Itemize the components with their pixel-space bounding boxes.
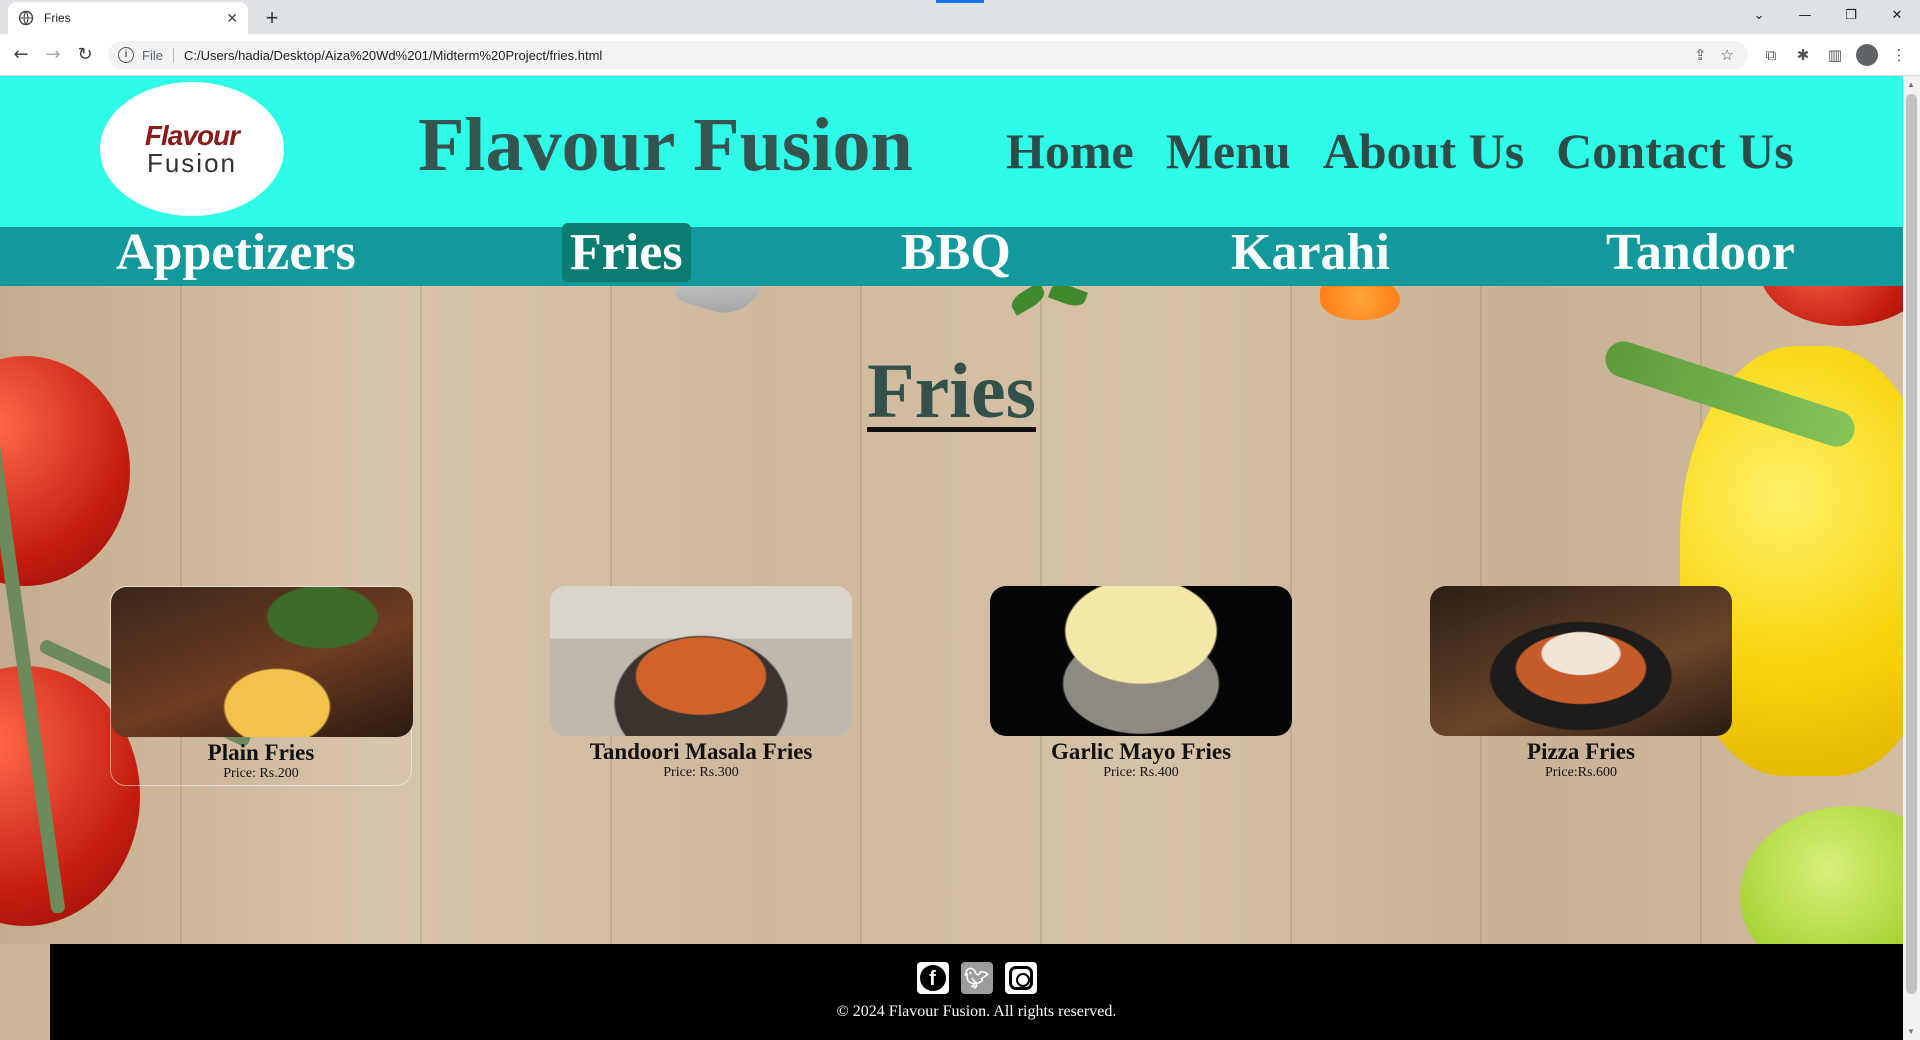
nav-home[interactable]: Home	[1006, 122, 1134, 180]
menu-item-name: Plain Fries	[207, 740, 315, 765]
facebook-icon[interactable]: f	[916, 962, 949, 994]
twitter-icon[interactable]: 🐦︎	[960, 962, 993, 994]
menu-item-price: Price: Rs.400	[1103, 765, 1179, 780]
bookmark-star-icon[interactable]: ☆	[1721, 46, 1734, 64]
site-info-icon[interactable]: i	[118, 47, 134, 63]
browser-tab-strip: Fries ✕ + ⌄ — ❐ ✕	[0, 0, 1920, 34]
garlic-mayo-fries-image	[990, 586, 1292, 736]
page-heading: Fries	[867, 347, 1036, 434]
menu-item-price: Price: Rs.300	[663, 765, 739, 780]
forward-icon[interactable]: →	[40, 42, 66, 68]
scrollbar-thumb[interactable]	[1906, 94, 1917, 994]
menu-item-card[interactable]: Pizza Fries Price:Rs.600	[1430, 586, 1732, 786]
url-scheme: File	[142, 47, 174, 63]
back-icon[interactable]: ←	[8, 42, 34, 68]
side-panel-icon[interactable]: ▥	[1824, 42, 1846, 68]
menu-item-name: Tandoori Masala Fries	[589, 739, 813, 764]
menu-kebab-icon[interactable]: ⋮	[1888, 42, 1910, 68]
pizza-fries-image	[1430, 586, 1732, 736]
page-viewport: Flavour Fusion Flavour Fusion Home Menu …	[0, 76, 1920, 1040]
close-window-icon[interactable]: ✕	[1874, 0, 1920, 30]
instagram-icon[interactable]	[1004, 962, 1037, 994]
address-bar[interactable]: i File C:/Users/hadia/Desktop/Aiza%20Wd%…	[108, 41, 1748, 69]
menu-item-card[interactable]: Garlic Mayo Fries Price: Rs.400	[990, 586, 1292, 786]
menu-item-price: Price: Rs.200	[223, 766, 299, 781]
site-footer: f 🐦︎ © 2024 Flavour Fusion. All rights r…	[50, 944, 1903, 1040]
category-fries[interactable]: Fries	[562, 223, 691, 282]
reload-icon[interactable]: ↻	[72, 42, 98, 68]
category-tandoor[interactable]: Tandoor	[1598, 223, 1803, 282]
tandoori-masala-fries-image	[550, 586, 852, 736]
nav-menu[interactable]: Menu	[1166, 122, 1291, 180]
profile-avatar[interactable]	[1856, 44, 1878, 66]
plain-fries-image	[111, 587, 413, 737]
menu-item-name: Garlic Mayo Fries	[1050, 739, 1232, 764]
copyright-text: © 2024 Flavour Fusion. All rights reserv…	[836, 1003, 1117, 1020]
site-logo[interactable]: Flavour Fusion	[100, 82, 284, 216]
site-title: Flavour Fusion	[418, 103, 913, 187]
social-links: f 🐦︎	[50, 962, 1903, 994]
green-pepper-decoration	[1740, 806, 1903, 944]
tab-indicator	[936, 0, 984, 3]
tab-search-icon[interactable]: ⌄	[1736, 0, 1782, 30]
herb-decoration	[1007, 286, 1049, 316]
browser-tab[interactable]: Fries ✕	[8, 2, 248, 34]
window-controls: ⌄ — ❐ ✕	[1736, 0, 1920, 30]
translate-icon[interactable]: ⧉	[1760, 42, 1782, 68]
logo-line-2: Fusion	[146, 147, 238, 178]
tab-close-icon[interactable]: ✕	[226, 10, 238, 27]
tomato-decoration	[1760, 286, 1903, 326]
menu-item-price: Price:Rs.600	[1545, 765, 1617, 780]
category-bbq[interactable]: BBQ	[893, 223, 1019, 282]
knife-decoration	[673, 286, 767, 323]
browser-toolbar: ← → ↻ i File C:/Users/hadia/Desktop/Aiza…	[0, 34, 1920, 76]
new-tab-button[interactable]: +	[258, 4, 286, 32]
carrot-decoration	[1320, 286, 1400, 320]
menu-item-card[interactable]: Tandoori Masala Fries Price: Rs.300	[550, 586, 852, 786]
menu-item-name: Pizza Fries	[1527, 739, 1635, 764]
main-nav: Home Menu About Us Contact Us	[1006, 122, 1794, 180]
page-scrollbar[interactable]: ▲ ▼	[1903, 76, 1920, 1040]
restore-icon[interactable]: ❐	[1828, 0, 1874, 30]
nav-about-us[interactable]: About Us	[1323, 122, 1524, 180]
minimize-icon[interactable]: —	[1782, 0, 1828, 30]
category-karahi[interactable]: Karahi	[1223, 223, 1398, 282]
menu-item-card[interactable]: Plain Fries Price: Rs.200	[110, 586, 413, 786]
share-icon[interactable]: ⇪	[1694, 46, 1707, 64]
url-text[interactable]: C:/Users/hadia/Desktop/Aiza%20Wd%201/Mid…	[184, 48, 602, 63]
tab-title: Fries	[44, 11, 71, 25]
extensions-icon[interactable]: ✱	[1792, 42, 1814, 68]
site-header: Flavour Fusion Flavour Fusion Home Menu …	[0, 76, 1903, 227]
content-area: Fries Plain Fries Price: Rs.200 Tandoori…	[0, 286, 1903, 944]
category-nav: Appetizers Fries BBQ Karahi Tandoor	[0, 223, 1903, 286]
scroll-up-icon[interactable]: ▲	[1907, 80, 1915, 89]
scroll-down-icon[interactable]: ▼	[1907, 1027, 1915, 1036]
category-appetizers[interactable]: Appetizers	[108, 223, 364, 282]
globe-icon	[18, 10, 34, 26]
nav-contact-us[interactable]: Contact Us	[1556, 122, 1793, 180]
